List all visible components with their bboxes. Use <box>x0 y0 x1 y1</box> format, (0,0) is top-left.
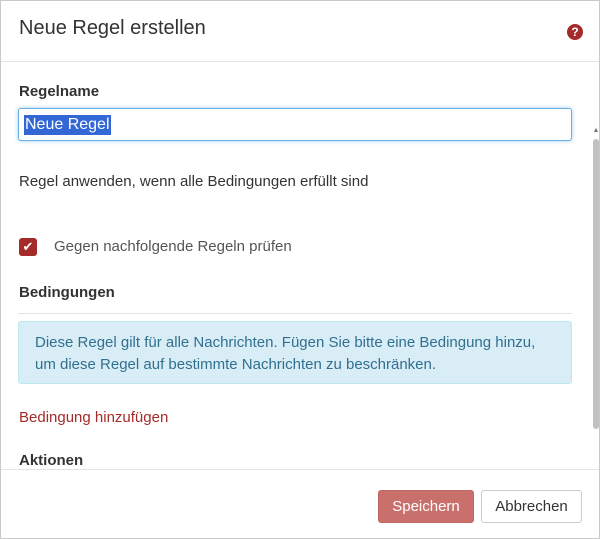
info-alert-text: Diese Regel gilt für alle Nachrichten. F… <box>35 334 536 373</box>
save-button[interactable]: Speichern <box>378 490 474 523</box>
add-condition-link[interactable]: Bedingung hinzufügen <box>19 409 168 426</box>
apply-condition-text: Regel anwenden, wenn alle Bedingungen er… <box>19 173 369 190</box>
dialog-title: Neue Regel erstellen <box>19 17 206 39</box>
conditions-heading: Bedingungen <box>19 284 115 301</box>
actions-heading: Aktionen <box>19 452 84 469</box>
dialog-header: Neue Regel erstellen ? <box>1 1 599 62</box>
check-following-rules-label: Gegen nachfolgende Regeln prüfen <box>54 238 292 255</box>
vertical-scrollbar[interactable]: ▲ ▼ <box>591 125 599 469</box>
create-rule-dialog: Neue Regel erstellen ? Regelname Neue Re… <box>0 0 600 539</box>
cancel-button[interactable]: Abbrechen <box>481 490 582 523</box>
dialog-footer: Speichern Abbrechen <box>1 469 599 539</box>
dialog-body: Regelname Neue Regel Regel anwenden, wen… <box>1 63 599 469</box>
scroll-thumb[interactable] <box>593 139 599 429</box>
scroll-up-arrow-icon[interactable]: ▲ <box>592 127 599 135</box>
check-following-rules-checkbox[interactable]: ✔ <box>19 238 37 256</box>
rule-name-input[interactable]: Neue Regel <box>18 108 572 141</box>
question-circle-icon[interactable]: ? <box>567 24 583 40</box>
rule-name-label: Regelname <box>19 83 100 100</box>
rule-name-value: Neue Regel <box>24 114 111 135</box>
divider <box>18 313 572 314</box>
info-alert: Diese Regel gilt für alle Nachrichten. F… <box>18 321 572 384</box>
